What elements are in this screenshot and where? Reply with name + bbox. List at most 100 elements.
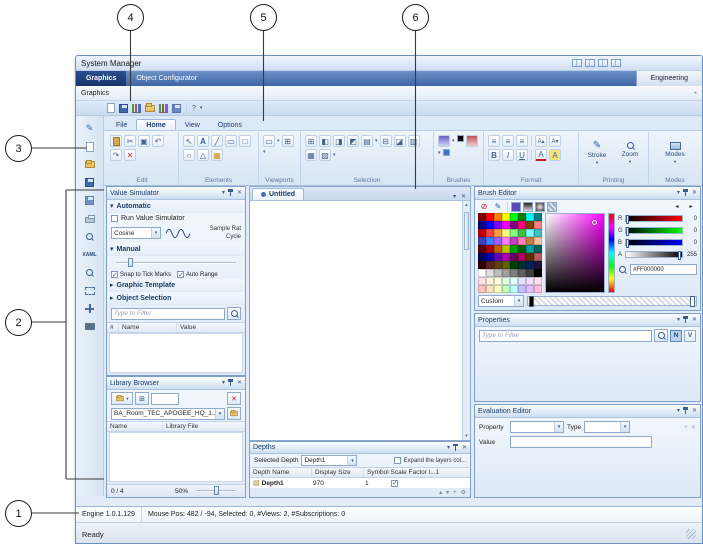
open-library-icon[interactable] xyxy=(83,158,97,171)
layout-icon-1[interactable] xyxy=(572,59,582,67)
filter-by-value-toggle[interactable]: V xyxy=(684,330,696,342)
scroll-down-icon[interactable]: ▾ xyxy=(465,433,468,439)
column-depth-name[interactable]: Depth Name xyxy=(250,468,312,477)
object-selection-list[interactable] xyxy=(109,333,243,373)
palette-swatch[interactable] xyxy=(510,261,518,269)
palette-swatch[interactable] xyxy=(494,213,502,221)
layout-icon-4[interactable] xyxy=(611,59,621,67)
new-icon[interactable] xyxy=(107,103,115,114)
prev-color-icon[interactable]: ◂ xyxy=(671,201,683,212)
square-tool-icon[interactable]: □ xyxy=(239,135,251,147)
panel-pin-icon[interactable] xyxy=(683,407,689,415)
palette-swatch[interactable] xyxy=(526,277,534,285)
select-all-icon[interactable]: ⊞ xyxy=(305,135,317,147)
column-number[interactable]: # xyxy=(107,323,119,332)
print-icon[interactable] xyxy=(83,212,97,225)
section-object-selection[interactable]: ▸ Object Selection xyxy=(107,292,245,305)
palette-swatch[interactable] xyxy=(478,237,486,245)
section-automatic[interactable]: ▾ Automatic xyxy=(107,200,245,213)
palette-swatch[interactable] xyxy=(534,261,542,269)
marquee-select-icon[interactable] xyxy=(83,284,97,297)
help-icon[interactable]: ? xyxy=(192,103,196,114)
library-select[interactable]: BA_Room_TEC_APOGEE_HQ_1... xyxy=(111,408,225,420)
highlight-color-icon[interactable]: A xyxy=(549,149,561,161)
palette-swatch[interactable] xyxy=(502,261,510,269)
zoom-button[interactable]: Zoom ▾ xyxy=(615,133,646,173)
zoom-out-icon[interactable] xyxy=(83,230,97,243)
palette-swatch[interactable] xyxy=(494,229,502,237)
pan-icon[interactable] xyxy=(83,302,97,315)
chart-icon[interactable] xyxy=(132,103,141,114)
image-tool-icon[interactable]: ▦ xyxy=(211,149,223,161)
panel-pin-icon[interactable] xyxy=(228,189,234,197)
depth-down-icon[interactable]: ▾ xyxy=(446,489,449,496)
nav-tab-object-configurator[interactable]: Object Configurator xyxy=(126,71,207,86)
palette-swatch[interactable] xyxy=(478,261,486,269)
palette-swatch[interactable] xyxy=(518,221,526,229)
distribute-v-icon[interactable]: ▥ xyxy=(408,135,420,147)
object-filter-input[interactable] xyxy=(112,309,224,319)
palette-swatch[interactable] xyxy=(534,253,542,261)
palette-swatch[interactable] xyxy=(510,213,518,221)
palette-swatch[interactable] xyxy=(518,269,526,277)
breadcrumb-pin-icon[interactable]: ● xyxy=(694,90,697,96)
font-color-icon[interactable]: A xyxy=(535,149,547,161)
depth-add-icon[interactable]: + xyxy=(453,490,457,496)
panel-menu-icon[interactable]: ▾ xyxy=(677,190,680,196)
library-zoom-slider[interactable] xyxy=(196,486,236,496)
image-brush-swatch[interactable] xyxy=(547,202,557,212)
palette-swatch[interactable] xyxy=(502,213,510,221)
palette-swatch[interactable] xyxy=(478,245,486,253)
palette-swatch[interactable] xyxy=(486,253,494,261)
palette-swatch[interactable] xyxy=(510,221,518,229)
palette-swatch[interactable] xyxy=(494,237,502,245)
palette-swatch[interactable] xyxy=(510,237,518,245)
palette-swatch[interactable] xyxy=(494,261,502,269)
line-tool-icon[interactable]: ╱ xyxy=(211,135,223,147)
snap-checkbox[interactable] xyxy=(111,271,118,278)
viewport-add-menu-icon[interactable]: ▾ xyxy=(277,138,280,144)
palette-swatch[interactable] xyxy=(518,229,526,237)
palette-swatch[interactable] xyxy=(494,245,502,253)
new-page-icon[interactable] xyxy=(83,140,97,153)
palette-swatch[interactable] xyxy=(494,277,502,285)
palette-swatch[interactable] xyxy=(510,269,518,277)
depth-display-size[interactable]: 970 xyxy=(313,480,365,487)
auto-range-checkbox[interactable] xyxy=(177,271,184,278)
library-quick-filter-input[interactable] xyxy=(152,394,178,404)
panel-close-icon[interactable]: ✕ xyxy=(692,317,697,323)
remove-library-button[interactable]: ✕ xyxy=(227,392,241,405)
layout-icon-3[interactable] xyxy=(598,59,608,67)
order-back-icon[interactable]: ▨ xyxy=(319,149,331,161)
column-name[interactable]: Name xyxy=(119,323,177,332)
properties-search-button[interactable] xyxy=(654,329,668,342)
panel-close-icon[interactable]: ✕ xyxy=(237,380,242,386)
gradient-stop-start[interactable] xyxy=(529,296,534,307)
gradient-stop-end[interactable] xyxy=(690,296,695,307)
document-tab-untitled[interactable]: Untitled xyxy=(252,188,304,200)
panel-menu-icon[interactable]: ▾ xyxy=(447,445,450,451)
palette-swatch[interactable] xyxy=(494,221,502,229)
next-color-icon[interactable]: ▸ xyxy=(685,201,697,212)
palette-swatch[interactable] xyxy=(526,229,534,237)
delete-icon[interactable]: ✕ xyxy=(124,149,136,161)
column-library-file[interactable]: Library File xyxy=(163,422,245,431)
tab-close-icon[interactable]: ✕ xyxy=(461,193,466,200)
engineering-mode-button[interactable]: Engineering xyxy=(636,71,702,86)
palette-swatch[interactable] xyxy=(534,269,542,277)
palette-swatch[interactable] xyxy=(526,269,534,277)
rectangle-tool-icon[interactable]: ▭ xyxy=(225,135,237,147)
palette-swatch[interactable] xyxy=(478,213,486,221)
palette-swatch[interactable] xyxy=(478,221,486,229)
palette-swatch[interactable] xyxy=(518,213,526,221)
fill-brush-menu-icon[interactable]: ▾ xyxy=(438,150,441,156)
palette-swatch[interactable] xyxy=(502,285,510,293)
run-simulator-checkbox[interactable] xyxy=(111,215,118,222)
align-top-icon[interactable]: ◩ xyxy=(347,135,359,147)
palette-swatch[interactable] xyxy=(486,213,494,221)
alpha-slider[interactable] xyxy=(625,251,683,258)
library-icon[interactable] xyxy=(159,103,168,114)
palette-swatch[interactable] xyxy=(502,237,510,245)
ribbon-tab-view[interactable]: View xyxy=(176,120,209,130)
depth-settings-icon[interactable]: ⚙ xyxy=(461,489,466,496)
